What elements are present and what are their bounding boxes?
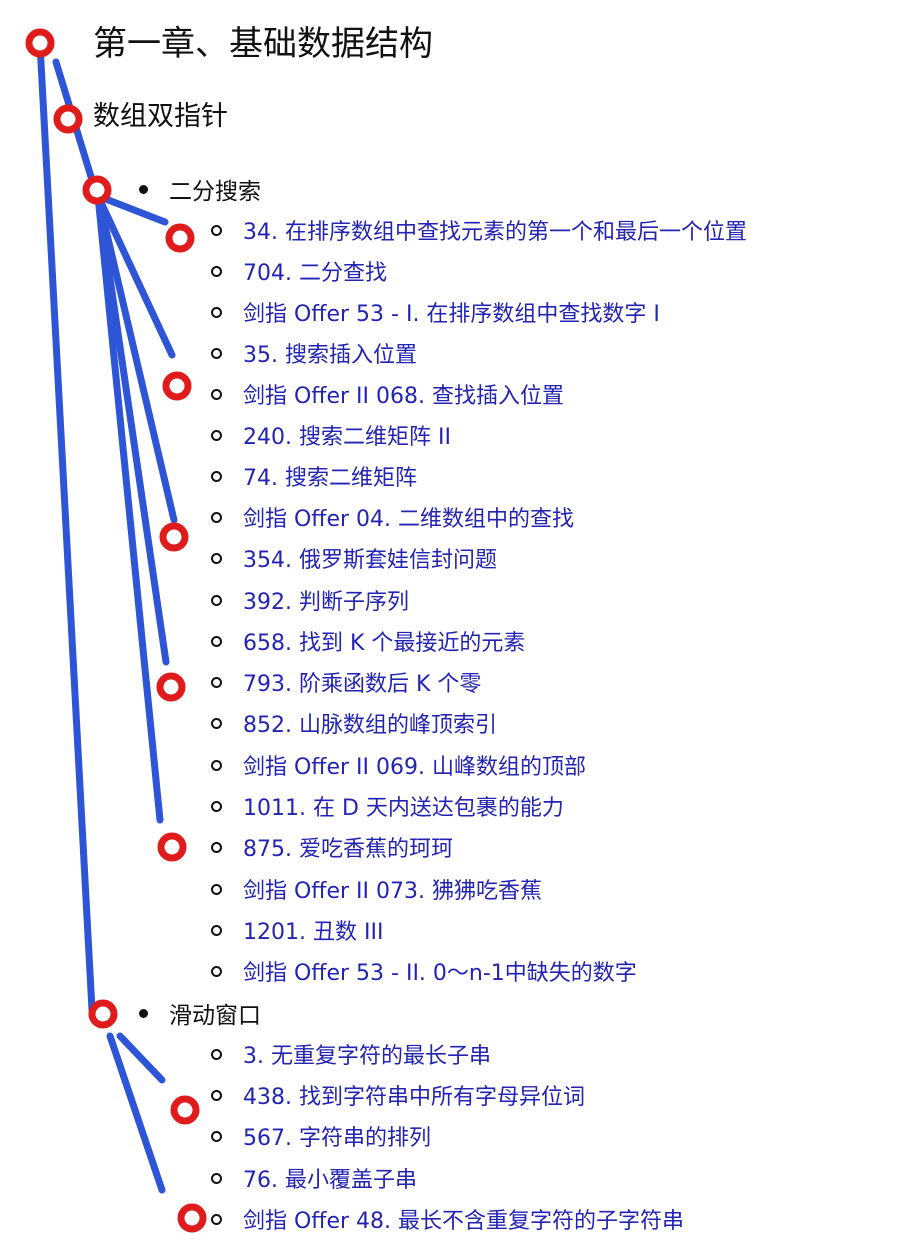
connector-line — [94, 192, 178, 524]
list-item: 剑指 Offer 53 - II. 0～n-1中缺失的数字 — [210, 951, 637, 991]
section-binary-search: 二分搜索 — [133, 169, 261, 209]
problem-link[interactable]: 35. 搜索插入位置 — [243, 337, 417, 369]
list-item: 34. 在排序数组中查找元素的第一个和最后一个位置 — [210, 210, 747, 250]
list-item: 793. 阶乘函数后 K 个零 — [210, 662, 481, 702]
problem-link[interactable]: 354. 俄罗斯套娃信封问题 — [243, 542, 497, 574]
connector-line — [94, 192, 176, 359]
marker-ring-icon — [157, 832, 187, 862]
problem-link[interactable]: 剑指 Offer 48. 最长不含重复字符的子字符串 — [243, 1203, 684, 1235]
circle-bullet-icon — [211, 883, 222, 895]
circle-bullet-icon — [211, 841, 222, 853]
marker-ring-icon — [25, 28, 55, 58]
circle-bullet-icon — [211, 552, 222, 564]
circle-bullet-icon — [211, 1213, 222, 1225]
problem-link[interactable]: 704. 二分查找 — [243, 255, 387, 287]
list-item: 剑指 Offer 53 - I. 在排序数组中查找数字 I — [210, 292, 660, 332]
circle-bullet-icon — [211, 265, 222, 277]
problem-link[interactable]: 1011. 在 D 天内送达包裹的能力 — [243, 790, 564, 822]
marker-ring-icon — [177, 1203, 207, 1233]
circle-bullet-icon — [211, 965, 222, 977]
marker-ring-icon — [165, 223, 195, 253]
list-item: 438. 找到字符串中所有字母异位词 — [210, 1075, 585, 1115]
circle-bullet-icon — [211, 470, 222, 482]
marker-ring-icon — [88, 999, 118, 1029]
bullet-icon — [139, 1008, 148, 1018]
list-item: 剑指 Offer II 073. 狒狒吃香蕉 — [210, 869, 542, 909]
section-sliding-window: 滑动窗口 — [133, 993, 261, 1033]
problem-link[interactable]: 剑指 Offer II 068. 查找插入位置 — [243, 378, 564, 410]
marker-ring-icon — [82, 175, 112, 205]
circle-bullet-icon — [211, 347, 222, 359]
list-item: 875. 爱吃香蕉的珂珂 — [210, 827, 453, 867]
problem-link[interactable]: 438. 找到字符串中所有字母异位词 — [243, 1079, 585, 1111]
list-item: 240. 搜索二维矩阵 II — [210, 415, 451, 455]
connector-line — [94, 192, 164, 824]
problem-link[interactable]: 392. 判断子序列 — [243, 584, 409, 616]
connector-line — [52, 58, 96, 184]
problem-link[interactable]: 剑指 Offer 53 - I. 在排序数组中查找数字 I — [243, 296, 660, 328]
circle-bullet-icon — [211, 511, 222, 523]
problem-link[interactable]: 剑指 Offer II 073. 狒狒吃香蕉 — [243, 873, 542, 905]
problem-link[interactable]: 567. 字符串的排列 — [243, 1120, 431, 1152]
list-item: 35. 搜索插入位置 — [210, 333, 417, 373]
list-item: 76. 最小覆盖子串 — [210, 1158, 417, 1198]
problem-link[interactable]: 3. 无重复字符的最长子串 — [243, 1038, 491, 1070]
list-item: 74. 搜索二维矩阵 — [210, 456, 417, 496]
circle-bullet-icon — [211, 800, 222, 812]
connector-line — [106, 1032, 166, 1194]
problem-link[interactable]: 剑指 Offer 53 - II. 0～n-1中缺失的数字 — [243, 955, 637, 987]
list-item: 3. 无重复字符的最长子串 — [210, 1034, 491, 1074]
list-item: 剑指 Offer 48. 最长不含重复字符的子字符串 — [210, 1199, 684, 1239]
bullet-icon — [139, 184, 148, 194]
problem-link[interactable]: 875. 爱吃香蕉的珂珂 — [243, 831, 453, 863]
list-item: 1201. 丑数 III — [210, 910, 383, 950]
list-item: 852. 山脉数组的峰顶索引 — [210, 703, 497, 743]
list-item: 354. 俄罗斯套娃信封问题 — [210, 538, 497, 578]
circle-bullet-icon — [211, 717, 222, 729]
circle-bullet-icon — [211, 1130, 222, 1142]
connector-line — [36, 40, 96, 1014]
circle-bullet-icon — [211, 759, 222, 771]
circle-bullet-icon — [211, 306, 222, 318]
circle-bullet-icon — [211, 676, 222, 688]
list-item: 剑指 Offer II 068. 查找插入位置 — [210, 374, 564, 414]
circle-bullet-icon — [211, 1048, 222, 1060]
circle-bullet-icon — [211, 635, 222, 647]
problem-link[interactable]: 76. 最小覆盖子串 — [243, 1162, 417, 1194]
section-label: 二分搜索 — [169, 179, 261, 205]
circle-bullet-icon — [211, 429, 222, 441]
circle-bullet-icon — [211, 594, 222, 606]
problem-link[interactable]: 剑指 Offer II 069. 山峰数组的顶部 — [243, 749, 586, 781]
list-item: 剑指 Offer II 069. 山峰数组的顶部 — [210, 745, 586, 785]
connector-line — [94, 192, 170, 666]
marker-ring-icon — [53, 104, 83, 134]
problem-link[interactable]: 793. 阶乘函数后 K 个零 — [243, 666, 481, 698]
problem-link[interactable]: 剑指 Offer 04. 二维数组中的查找 — [243, 501, 574, 533]
problem-link[interactable]: 852. 山脉数组的峰顶索引 — [243, 707, 497, 739]
circle-bullet-icon — [211, 388, 222, 400]
list-item: 剑指 Offer 04. 二维数组中的查找 — [210, 497, 574, 537]
circle-bullet-icon — [211, 224, 222, 236]
problem-link[interactable]: 658. 找到 K 个最接近的元素 — [243, 625, 525, 657]
list-item: 1011. 在 D 天内送达包裹的能力 — [210, 786, 564, 826]
problem-link[interactable]: 240. 搜索二维矩阵 II — [243, 419, 451, 451]
problem-link[interactable]: 34. 在排序数组中查找元素的第一个和最后一个位置 — [243, 214, 747, 246]
chapter-title: 第一章、基础数据结构 — [93, 24, 433, 64]
list-item: 704. 二分查找 — [210, 251, 387, 291]
circle-bullet-icon — [211, 1172, 222, 1184]
subsection-title: 数组双指针 — [93, 101, 228, 132]
section-label: 滑动窗口 — [169, 1003, 261, 1029]
marker-ring-icon — [156, 672, 186, 702]
marker-ring-icon — [159, 522, 189, 552]
circle-bullet-icon — [211, 924, 222, 936]
marker-ring-icon — [162, 371, 192, 401]
list-item: 658. 找到 K 个最接近的元素 — [210, 621, 525, 661]
connector-line — [116, 1032, 166, 1084]
list-item: 392. 判断子序列 — [210, 580, 409, 620]
problem-link[interactable]: 1201. 丑数 III — [243, 914, 383, 946]
list-item: 567. 字符串的排列 — [210, 1116, 431, 1156]
problem-link[interactable]: 74. 搜索二维矩阵 — [243, 460, 417, 492]
circle-bullet-icon — [211, 1089, 222, 1101]
marker-ring-icon — [170, 1095, 200, 1125]
